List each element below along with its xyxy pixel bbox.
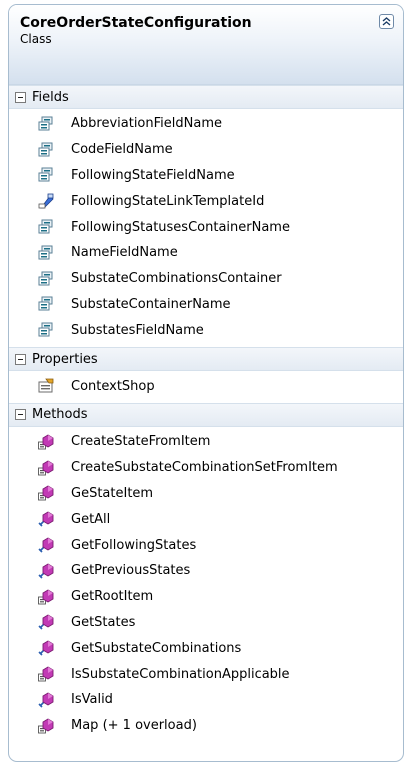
static-method-icon: [37, 484, 55, 502]
member-name: SubstatesFieldName: [71, 322, 204, 338]
properties-list: ContextShop: [9, 371, 403, 403]
static-field-icon: [37, 192, 55, 210]
member-item[interactable]: IsSubstateCombinationApplicable: [9, 661, 403, 687]
member-name: GetRootItem: [71, 589, 154, 605]
member-name: ContextShop: [71, 378, 155, 394]
static-method-icon: [37, 433, 55, 451]
method-icon: [37, 562, 55, 580]
member-item[interactable]: ContextShop: [9, 373, 403, 399]
static-method-icon: [37, 459, 55, 477]
member-name: SubstateCombinationsContainer: [71, 271, 282, 287]
section-label: Fields: [32, 89, 69, 105]
member-item[interactable]: FollowingStatusesContainerName: [9, 214, 403, 240]
member-name: CreateStateFromItem: [71, 434, 211, 450]
member-name: IsSubstateCombinationApplicable: [71, 666, 290, 682]
method-icon: [37, 639, 55, 657]
member-item[interactable]: SubstateCombinationsContainer: [9, 266, 403, 292]
chevron-up-icon: [382, 17, 391, 26]
methods-list: CreateStateFromItem CreateSubstateCombina…: [9, 427, 403, 743]
field-icon: [37, 141, 55, 159]
member-item[interactable]: GetSubstateCombinations: [9, 635, 403, 661]
static-method-icon: [37, 717, 55, 735]
member-name: CodeFieldName: [71, 142, 173, 158]
member-item[interactable]: GetFollowingStates: [9, 532, 403, 558]
field-icon: [37, 115, 55, 133]
member-name: FollowingStateFieldName: [71, 167, 235, 183]
field-icon: [37, 321, 55, 339]
static-method-icon: [37, 588, 55, 606]
member-name: GetFollowingStates: [71, 537, 197, 553]
collapse-toggle-icon[interactable]: [15, 91, 26, 103]
member-item[interactable]: CreateStateFromItem: [9, 429, 403, 455]
member-name: CreateSubstateCombinationSetFromItem: [71, 460, 338, 476]
class-header[interactable]: CoreOrderStateConfiguration Class: [9, 5, 403, 85]
member-name: NameFieldName: [71, 245, 178, 261]
member-item[interactable]: GetStates: [9, 610, 403, 636]
member-name: Map (+ 1 overload): [71, 718, 197, 734]
member-item[interactable]: FollowingStateFieldName: [9, 163, 403, 189]
member-name: AbbreviationFieldName: [71, 116, 222, 132]
member-item[interactable]: AbbreviationFieldName: [9, 111, 403, 137]
field-icon: [37, 295, 55, 313]
fields-list: AbbreviationFieldName CodeFieldName Follow…: [9, 109, 403, 347]
member-item[interactable]: NameFieldName: [9, 240, 403, 266]
class-kind: Class: [20, 32, 52, 46]
member-name: IsValid: [71, 692, 113, 708]
member-item[interactable]: FollowingStateLinkTemplateId: [9, 188, 403, 214]
member-name: FollowingStateLinkTemplateId: [71, 193, 265, 209]
member-item[interactable]: CreateSubstateCombinationSetFromItem: [9, 455, 403, 481]
collapse-button[interactable]: [379, 14, 394, 29]
member-item[interactable]: IsValid: [9, 687, 403, 713]
member-name: GetStates: [71, 614, 136, 630]
method-icon: [37, 536, 55, 554]
collapse-toggle-icon[interactable]: [15, 409, 26, 421]
field-icon: [37, 270, 55, 288]
member-item[interactable]: GeStateItem: [9, 481, 403, 507]
member-item[interactable]: Map (+ 1 overload): [9, 713, 403, 739]
collapse-toggle-icon[interactable]: [15, 353, 26, 365]
member-item[interactable]: GetAll: [9, 506, 403, 532]
field-icon: [37, 244, 55, 262]
member-item[interactable]: SubstatesFieldName: [9, 317, 403, 343]
static-method-icon: [37, 665, 55, 683]
field-icon: [37, 166, 55, 184]
member-name: SubstateContainerName: [71, 296, 231, 312]
method-icon: [37, 613, 55, 631]
method-icon: [37, 691, 55, 709]
section-properties[interactable]: Properties: [9, 347, 403, 372]
member-name: GeStateItem: [71, 485, 154, 501]
section-methods[interactable]: Methods: [9, 402, 403, 427]
class-name: CoreOrderStateConfiguration: [20, 15, 252, 31]
member-item[interactable]: CodeFieldName: [9, 137, 403, 163]
class-shape[interactable]: CoreOrderStateConfiguration Class Fields…: [8, 4, 404, 762]
method-icon: [37, 510, 55, 528]
property-icon: [37, 377, 55, 395]
member-item[interactable]: GetPreviousStates: [9, 558, 403, 584]
member-name: GetAll: [71, 511, 111, 527]
member-name: GetSubstateCombinations: [71, 640, 242, 656]
section-label: Properties: [32, 351, 98, 367]
member-name: GetPreviousStates: [71, 563, 191, 579]
member-item[interactable]: SubstateContainerName: [9, 292, 403, 318]
member-name: FollowingStatusesContainerName: [71, 219, 290, 235]
field-icon: [37, 218, 55, 236]
section-label: Methods: [32, 407, 88, 423]
section-fields[interactable]: Fields: [9, 85, 403, 109]
member-item[interactable]: GetRootItem: [9, 584, 403, 610]
